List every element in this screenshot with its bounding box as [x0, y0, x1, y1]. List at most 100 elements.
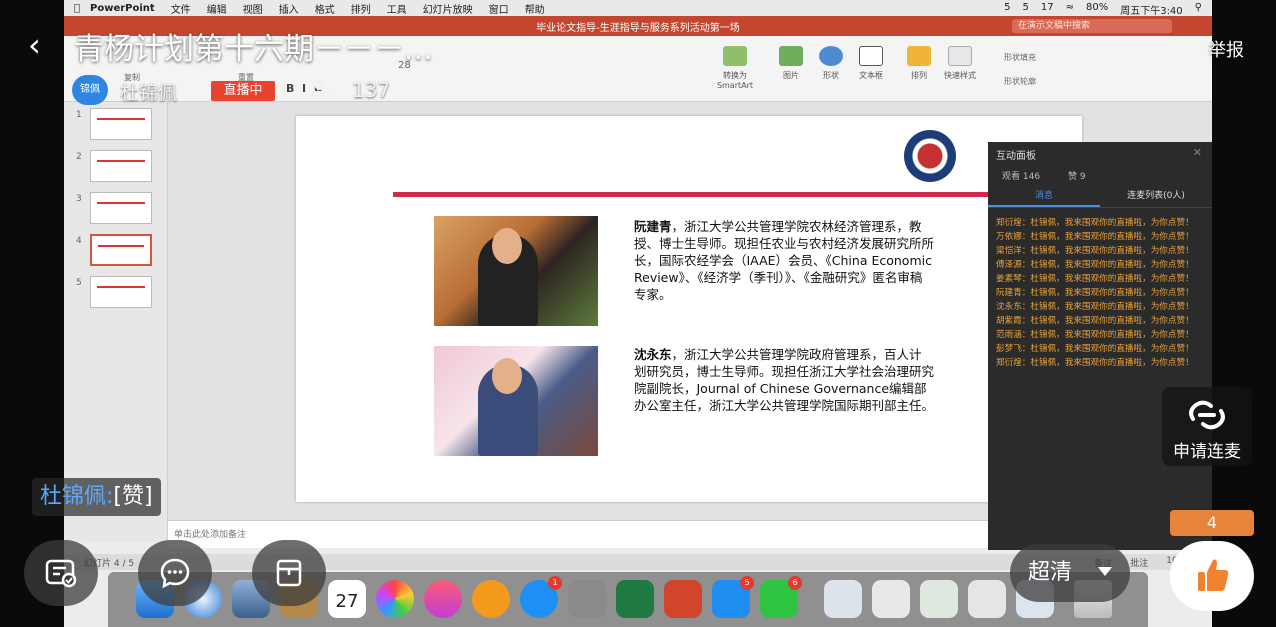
thumbnail-number: 3: [76, 194, 82, 204]
thumbnail-number: 4: [76, 236, 82, 246]
list-item: 郑衍煌：杜锦佩，我来围观你的直播啦，为你点赞！: [996, 358, 1194, 368]
apply-mic-button[interactable]: 申请连麦: [1162, 387, 1252, 466]
back-button[interactable]: ‹: [28, 28, 56, 64]
menu-arrange: 排列: [350, 4, 371, 16]
calendar-day: 27: [335, 591, 359, 612]
status-count-2: 5: [1022, 2, 1029, 13]
wechat-icon: 6: [760, 576, 802, 618]
menubar-clock: 周五下午3:40: [1120, 6, 1183, 17]
live-title: 青杨计划第十六期－－－...: [74, 32, 433, 67]
list-item: 傅泽源：杜锦佩，我来围观你的直播啦，为你点赞！: [996, 260, 1194, 270]
menu-tools: 工具: [386, 4, 407, 16]
arrange-icon: [907, 46, 931, 66]
speaker-bio-2: 沈永东，浙江大学公共管理学院政府管理系，百人计划研究员，博士生导师。现担任浙江大…: [634, 346, 934, 414]
list-item: 彭梦飞：杜锦佩，我来围观你的直播啦，为你点赞！: [996, 344, 1194, 354]
list-item: 万依娜：杜锦佩，我来围观你的直播啦，为你点赞！: [996, 232, 1194, 242]
list-item: 阮建青：杜锦佩，我来围观你的直播啦，为你点赞！: [996, 288, 1194, 298]
status-badge: 直播中: [211, 81, 275, 101]
window-thumbnail-icon: [968, 580, 1006, 618]
thumbnail-2[interactable]: 2: [72, 150, 164, 184]
viewer-head: [314, 78, 326, 90]
speaker-photo-2: [434, 346, 598, 456]
powerpoint-icon: [664, 580, 702, 618]
avatar[interactable]: 锦佩: [72, 75, 108, 105]
speaker-desc-1: ，浙江大学公共管理学院农林经济管理系，教授、博士生导师。现担任农业与农村经济发展…: [634, 219, 935, 302]
dingtalk-icon: 5: [712, 576, 754, 618]
panel-header: 互动面板 ✕: [988, 142, 1212, 164]
menu-insert: 插入: [278, 4, 299, 16]
app-store-icon: 1: [520, 576, 562, 618]
like-button[interactable]: [1170, 541, 1254, 611]
face-shape: [492, 228, 522, 264]
shape-label: 形状: [823, 71, 839, 80]
menu-file: 文件: [170, 4, 191, 16]
thumbs-up-icon: [1198, 559, 1229, 591]
thumbnail-1[interactable]: 1: [72, 108, 164, 142]
ribbon-shape: 形状: [814, 46, 848, 81]
search-icon: ⚲: [1194, 2, 1202, 13]
menu-help: 帮助: [524, 4, 545, 16]
ribbon-picture: 图片: [774, 46, 808, 81]
chat-icon: [160, 558, 190, 589]
viewer-body: [308, 91, 332, 101]
list-item: 郑衍煌：杜锦佩，我来围观你的直播啦，为你点赞！: [996, 218, 1194, 228]
avatar-text: 锦佩: [80, 84, 100, 95]
mic-link-icon: [1189, 400, 1225, 430]
notes-placeholder: 单击此处添加备注: [174, 530, 247, 540]
report-button[interactable]: 举报: [1208, 36, 1244, 62]
thumbnail-number: 5: [76, 278, 82, 288]
speaker-name-2: 沈永东: [634, 347, 672, 362]
books-icon: [472, 580, 510, 618]
ribbon-textbox: 文本框: [854, 46, 888, 81]
panel-message-list: 郑衍煌：杜锦佩，我来围观你的直播啦，为你点赞！ 万依娜：杜锦佩，我来围观你的直播…: [988, 208, 1212, 370]
thumbnail-image: [90, 192, 152, 224]
host-name: 杜锦佩: [120, 82, 178, 104]
mac-menubar:  PowerPoint 文件 编辑 视图 插入 格式 排列 工具 幻灯片放映 …: [64, 0, 1212, 17]
chat-text: [赞]: [113, 484, 153, 509]
like-count: 4: [1170, 510, 1254, 536]
list-item: 姜素琴：杜锦佩，我来围观你的直播啦，为你点赞！: [996, 274, 1194, 284]
list-item: 沈永东：杜锦佩，我来围观你的直播啦，为你点赞！: [996, 302, 1194, 312]
chat-message: 杜锦佩:[赞]: [32, 478, 161, 516]
status-comments: 批注: [1130, 559, 1149, 569]
wifi-icon: ≈: [1065, 2, 1074, 13]
face-shape: [492, 358, 522, 394]
gift-button[interactable]: [252, 540, 326, 606]
speaker-photo-1: [434, 216, 598, 326]
calendar-icon: 27: [328, 580, 366, 618]
menu-slideshow: 幻灯片放映: [422, 4, 473, 16]
chevron-down-icon: [1098, 567, 1112, 576]
tab-mic-list: 连麦列表(0人): [1127, 191, 1185, 201]
thumbnail-number: 2: [76, 152, 82, 162]
window-thumbnail-icon: [824, 580, 862, 618]
viewer-count: 137: [352, 78, 391, 102]
ppt-search-placeholder: 在演示文稿中搜索: [1018, 21, 1091, 31]
shape-icon: [819, 46, 843, 66]
quick-style-label: 快速样式: [944, 71, 976, 80]
status-count-3: 17: [1040, 2, 1054, 13]
viewer-icon: [306, 78, 334, 102]
menu-app-name: PowerPoint: [90, 2, 155, 14]
thumbnail-image: [90, 108, 152, 140]
chat-button[interactable]: [138, 540, 212, 606]
menu-window: 窗口: [488, 4, 509, 16]
thumbnail-3[interactable]: 3: [72, 192, 164, 226]
thumbnail-number: 1: [76, 110, 82, 120]
list-item: 范雨涵：杜锦佩，我来围观你的直播啦，为你点赞！: [996, 330, 1194, 340]
tasks-button[interactable]: [24, 540, 98, 606]
gift-box-icon: [276, 559, 302, 587]
ribbon-shape-outline: 形状轮廓: [1004, 77, 1036, 86]
panel-title: 互动面板: [996, 151, 1036, 162]
thumbnail-image: [90, 276, 152, 308]
music-icon: [424, 580, 462, 618]
apple-icon: : [64, 3, 90, 14]
thumbnail-5[interactable]: 5: [72, 276, 164, 310]
thumbnail-image-selected: [90, 234, 152, 266]
quality-selector[interactable]: 超清: [1010, 544, 1130, 602]
photos-icon: [376, 580, 414, 618]
badge: 6: [788, 576, 802, 590]
badge: 1: [548, 576, 562, 590]
ribbon-quick-style: 快速样式: [940, 46, 980, 81]
checklist-icon: [45, 559, 77, 588]
thumbnail-4[interactable]: 4: [72, 234, 164, 268]
